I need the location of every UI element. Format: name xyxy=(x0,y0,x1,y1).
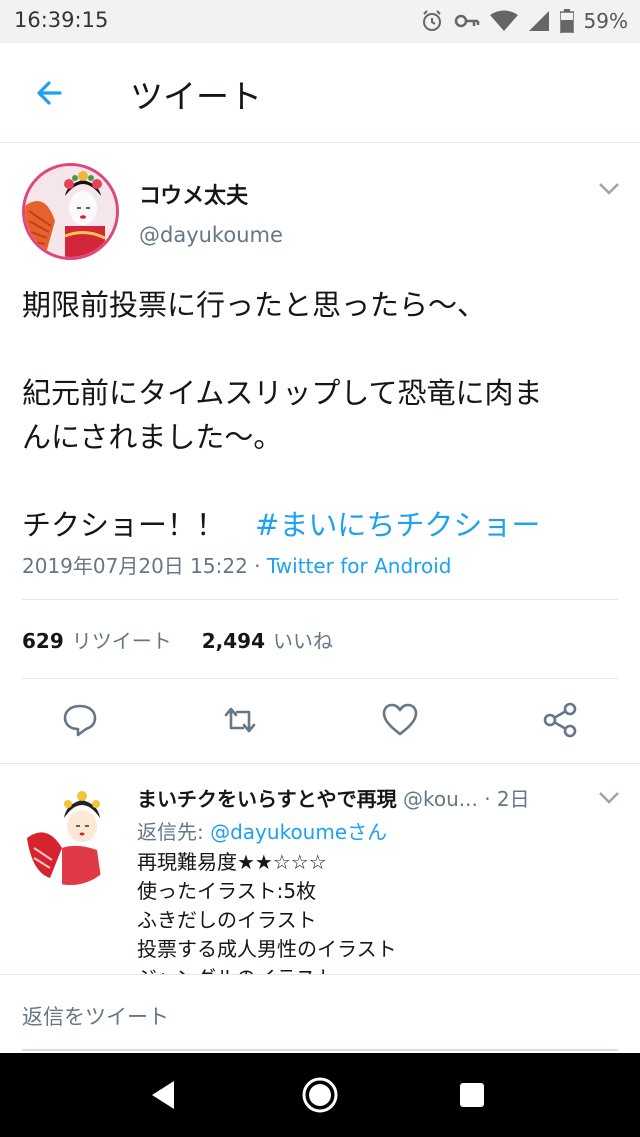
like-count[interactable]: 2,494 xyxy=(202,629,265,653)
reply-to-line: 返信先: @dayukoumeさん xyxy=(137,816,387,845)
reply-line: 使ったイラスト:5枚 xyxy=(137,879,317,903)
reply-timestamp: · 2日 xyxy=(484,787,530,811)
back-arrow-icon[interactable] xyxy=(30,73,70,113)
tweet-line: 紀元前にタイムスリップして恐竜に肉ま xyxy=(22,376,543,410)
status-bar: 16:39:15 59% xyxy=(0,0,640,43)
reply-line: ふきだしのイラスト xyxy=(137,908,317,932)
status-icons: 59% xyxy=(420,7,628,35)
reply-input[interactable]: 返信をツイート xyxy=(22,1001,169,1031)
tweet-meta: 2019年07月20日 15:22 · Twitter for Android xyxy=(22,550,451,579)
author-name[interactable]: コウメ太夫 xyxy=(139,178,248,210)
reply-header: まいチクをいらすとやで再現 @kou... · 2日 xyxy=(137,783,607,812)
vpn-key-icon xyxy=(454,14,479,28)
avatar-image xyxy=(25,166,116,257)
reply-text: 再現難易度★★☆☆☆ 使ったイラスト:5枚 ふきだしのイラスト 投票する成人男性… xyxy=(137,848,617,974)
chevron-down-icon[interactable] xyxy=(598,791,620,805)
battery-icon xyxy=(559,9,574,33)
reply-author-name[interactable]: まいチクをいらすとやで再現 xyxy=(137,787,397,811)
reply-author-handle[interactable]: @kou... xyxy=(403,787,478,811)
tweet-line-text: チクショー！！ xyxy=(22,508,226,542)
avatar-image xyxy=(22,788,119,885)
tweet-text: 期限前投票に行ったと思ったら〜、 紀元前にタイムスリップして恐竜に肉ま んにされ… xyxy=(22,283,622,547)
home-circle-icon[interactable] xyxy=(298,1073,342,1117)
divider xyxy=(22,678,618,679)
page-title: ツイート xyxy=(130,77,262,116)
client-link[interactable]: Twitter for Android xyxy=(267,554,452,578)
wifi-icon xyxy=(489,10,518,31)
tweet-line: チクショー！！ #まいにちチクショー xyxy=(22,503,622,547)
app-header: ツイート xyxy=(0,43,640,143)
section-divider xyxy=(0,763,640,764)
retweet-icon[interactable] xyxy=(220,700,260,740)
hashtag-link[interactable]: #まいにちチクショー xyxy=(255,508,540,542)
reply-icon[interactable] xyxy=(60,700,100,740)
retweet-count[interactable]: 629 xyxy=(22,629,64,653)
system-nav-bar xyxy=(0,1053,640,1137)
tweet-date: 2019年07月20日 15:22 xyxy=(22,554,248,578)
tweet-line: 期限前投票に行ったと思ったら〜、 xyxy=(22,288,487,322)
action-bar xyxy=(0,700,640,746)
meta-separator: · xyxy=(247,554,267,578)
reply-avatar[interactable] xyxy=(22,788,119,885)
tweet-line: んにされました〜。 xyxy=(22,420,283,454)
status-time: 16:39:15 xyxy=(14,8,109,32)
back-triangle-icon[interactable] xyxy=(142,1073,186,1117)
reply-line: ジャングルのイラスト xyxy=(137,964,617,974)
author-handle[interactable]: @dayukoume xyxy=(139,223,283,247)
reply-compose-bar: 返信をツイート xyxy=(0,974,640,1053)
signal-icon xyxy=(528,11,549,31)
divider xyxy=(22,599,618,600)
battery-percent: 59% xyxy=(583,9,628,33)
chevron-down-icon[interactable] xyxy=(598,182,620,196)
reply-to-mention[interactable]: @dayukoumeさん xyxy=(210,820,387,844)
avatar[interactable] xyxy=(22,163,119,260)
like-label[interactable]: いいね xyxy=(273,625,333,654)
reply-line: 再現難易度★★☆☆☆ xyxy=(137,850,327,874)
reply-to-label: 返信先: xyxy=(137,820,211,844)
alarm-icon xyxy=(422,10,441,31)
reply-line: 投票する成人男性のイラスト xyxy=(137,937,397,961)
share-icon[interactable] xyxy=(540,700,580,740)
tweet-stats: 629 リツイート 2,494 いいね xyxy=(22,625,333,654)
like-icon[interactable] xyxy=(380,700,420,740)
retweet-label[interactable]: リツイート xyxy=(72,625,172,654)
input-underline xyxy=(22,1049,618,1051)
recents-square-icon[interactable] xyxy=(450,1073,494,1117)
